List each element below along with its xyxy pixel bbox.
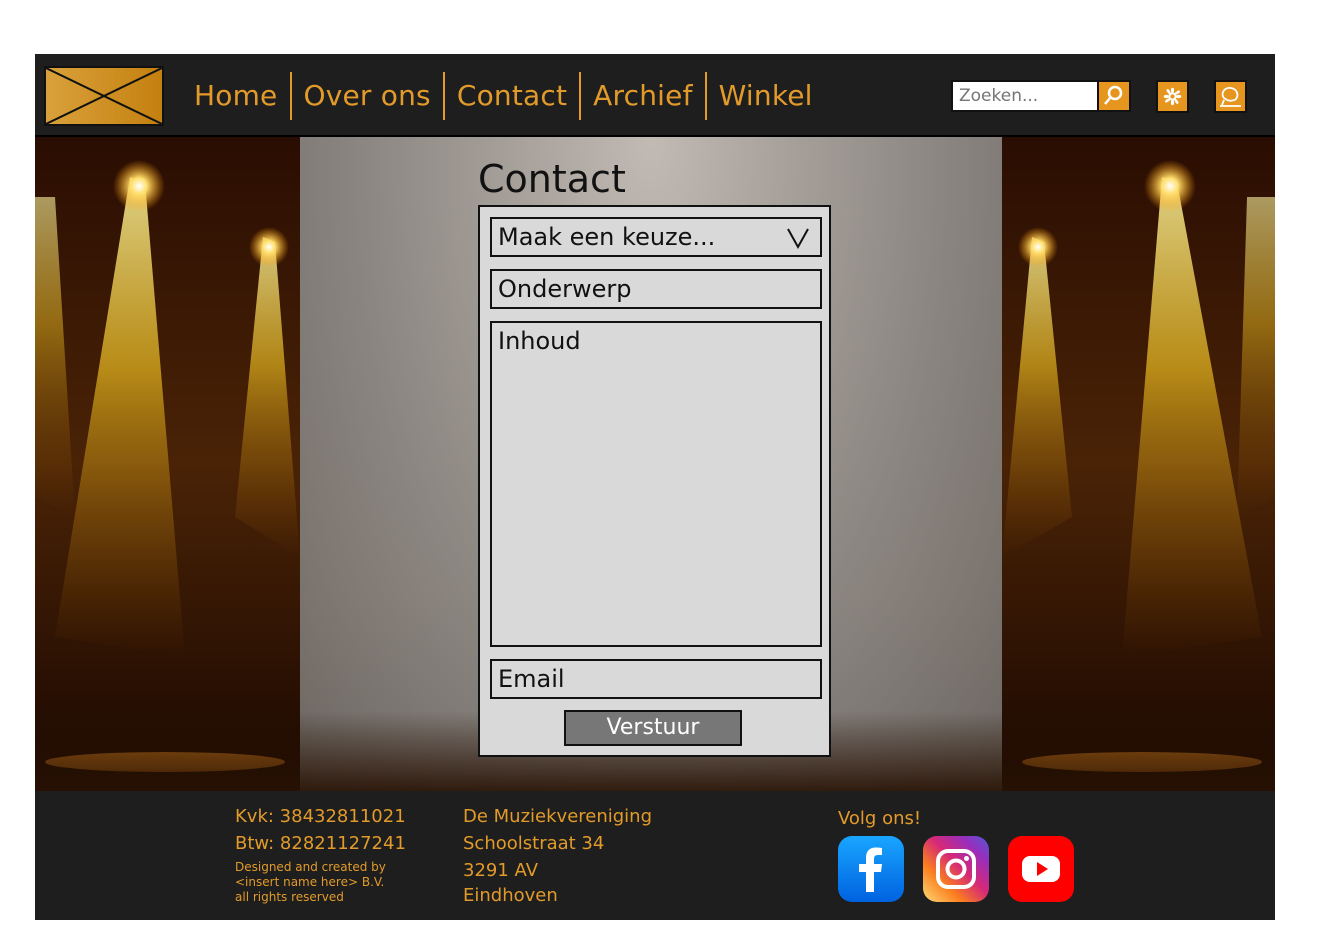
credit-line: all rights reserved: [235, 890, 344, 904]
credit-line: <insert name here> B.V.: [235, 875, 385, 889]
search-bar: [951, 80, 1131, 112]
stage-background: Contact Maak een keuze... Onderwerp Inho…: [35, 137, 1275, 791]
subject-placeholder: Onderwerp: [498, 275, 632, 303]
message-placeholder: Inhoud: [498, 327, 581, 355]
contact-form: Maak een keuze... Onderwerp Inhoud Email…: [478, 205, 831, 757]
flower-icon: [1163, 87, 1182, 106]
nav-winkel[interactable]: Winkel: [707, 72, 825, 120]
email-placeholder: Email: [498, 665, 565, 693]
btw-number: Btw: 82821127241: [235, 833, 406, 854]
page-title: Contact: [478, 157, 626, 201]
nav-archief[interactable]: Archief: [581, 72, 704, 120]
search-input[interactable]: [953, 82, 1097, 110]
spotlight-image: [35, 160, 300, 772]
company-info: Kvk: 38432811021 Btw: 82821127241 Design…: [235, 803, 406, 905]
follow-label: Volg ons!: [838, 808, 922, 829]
category-select[interactable]: Maak een keuze...: [490, 217, 822, 257]
street: Schoolstraat 34: [463, 833, 605, 854]
instagram-link[interactable]: [923, 836, 989, 902]
city: Eindhoven: [463, 885, 558, 906]
credit-line: Designed and created by: [235, 860, 386, 874]
spotlight-image: [1002, 160, 1275, 772]
facebook-icon: [838, 836, 904, 902]
instagram-icon: [923, 836, 989, 902]
postcode: 3291 AV: [463, 860, 539, 881]
facebook-link[interactable]: [838, 836, 904, 902]
kvk-number: Kvk: 38432811021: [235, 806, 406, 827]
nav-home[interactable]: Home: [182, 72, 290, 120]
site-header: Home Over ons Contact Archief Winkel: [35, 54, 1275, 137]
message-textarea[interactable]: Inhoud: [490, 321, 822, 647]
nav-over-ons[interactable]: Over ons: [292, 72, 443, 120]
subject-field[interactable]: Onderwerp: [490, 269, 822, 309]
search-button[interactable]: [1097, 82, 1129, 110]
stage-right-lights: [1002, 137, 1275, 791]
youtube-icon: [1008, 836, 1074, 902]
chat-button[interactable]: [1214, 80, 1247, 113]
chevron-down-icon: [787, 228, 809, 250]
email-field[interactable]: Email: [490, 659, 822, 699]
address-block: De Muziekvereniging Schoolstraat 34 3291…: [463, 803, 652, 908]
logo-placeholder[interactable]: [44, 66, 164, 126]
youtube-link[interactable]: [1008, 836, 1074, 902]
nav-contact[interactable]: Contact: [445, 72, 579, 120]
logo-placeholder-icon: [46, 68, 162, 124]
site-footer: Kvk: 38432811021 Btw: 82821127241 Design…: [35, 791, 1275, 920]
stage-left-lights: [35, 137, 300, 791]
org-name: De Muziekvereniging: [463, 806, 653, 827]
submit-button[interactable]: Verstuur: [564, 710, 742, 746]
search-icon: [1104, 85, 1123, 105]
category-select-value: Maak een keuze...: [498, 223, 716, 251]
flower-button[interactable]: [1156, 80, 1189, 113]
main-nav: Home Over ons Contact Archief Winkel: [182, 72, 825, 120]
page-frame: Home Over ons Contact Archief Winkel Zoe…: [35, 54, 1275, 920]
speech-bubble-icon: [1220, 87, 1241, 107]
